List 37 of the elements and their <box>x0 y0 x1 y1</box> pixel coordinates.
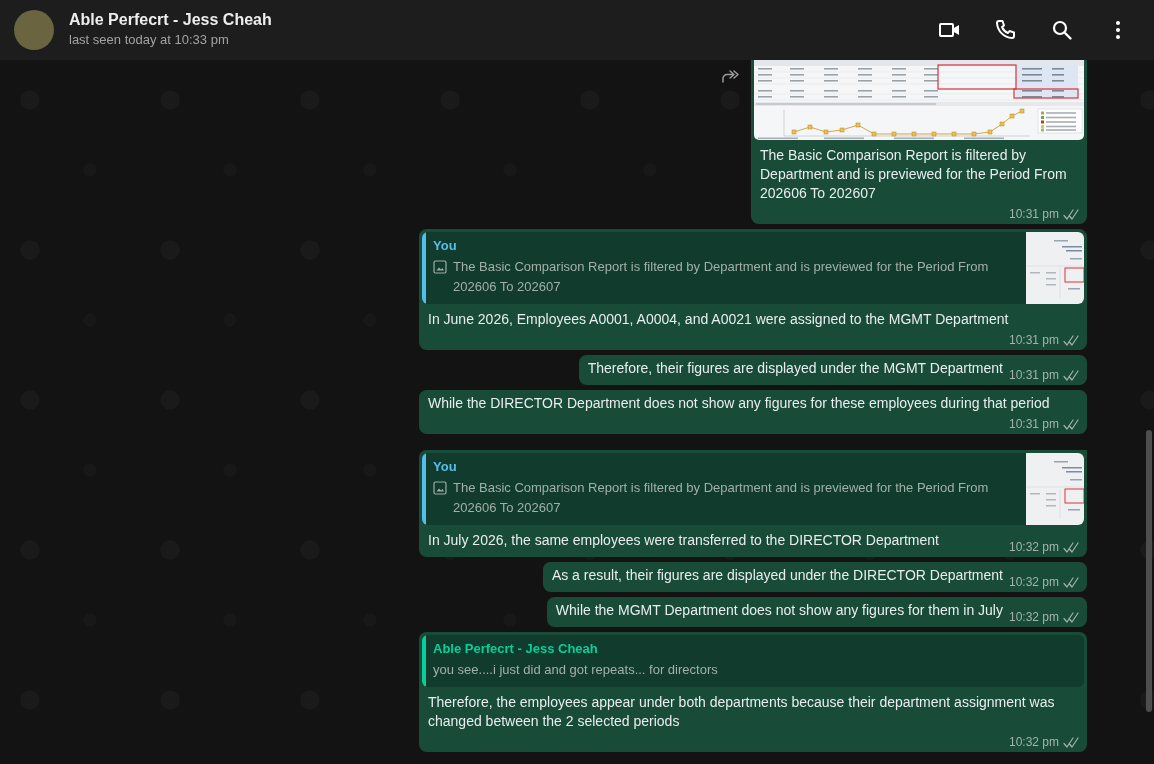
message-text: Therefore, the employees appear under both departments because their department assignment was changed between the 2 selected periods <box>428 693 1056 731</box>
message-time: 10:31 pm <box>1008 367 1059 383</box>
message-time: 10:32 pm <box>1008 734 1059 750</box>
quoted-message[interactable]: Able Perfecrt - Jess Cheah you see....i just did and got repeats... for directors <box>422 635 1084 687</box>
avatar-photo-placeholder[interactable] <box>14 10 54 50</box>
quoted-message[interactable]: You The Basic Comparison Report is filtered by Department and is previewed for the Period From 202606 To 202607 <box>422 232 1084 304</box>
report-thumbnail-drawing[interactable] <box>1026 232 1084 304</box>
quote-text: The Basic Comparison Report is filtered by Department and is previewed for the Period From 202606 To 202607 <box>453 479 990 517</box>
message-time: 10:32 pm <box>1008 539 1059 555</box>
quote-author: Able Perfecrt - Jess Cheah <box>433 640 599 658</box>
last-seen-status: last seen today at 10:33 pm <box>69 31 229 49</box>
photo-icon <box>433 260 447 274</box>
quote-author: You <box>433 237 458 255</box>
quote-text: you see....i just did and got repeats... for directors <box>433 661 719 679</box>
message-time: 10:31 pm <box>1008 416 1059 432</box>
photo-icon <box>433 481 447 495</box>
image-caption: The Basic Comparison Report is filtered by Department and is previewed for the Period From 202606 To 202607 <box>760 146 1068 203</box>
message-text: In June 2026, Employees A0001, A0004, and A0021 were assigned to the MGMT Department <box>428 310 1009 329</box>
message-text: In July 2026, the same employees were transferred to the DIRECTOR Department <box>428 531 939 550</box>
scrollbar-thumb[interactable] <box>1146 430 1152 712</box>
search-icon[interactable] <box>1050 18 1074 42</box>
report-thumbnail-drawing[interactable] <box>1026 453 1084 525</box>
message-text: While the MGMT Department does not show any figures for them in July <box>555 601 1003 620</box>
message-text: While the DIRECTOR Department does not show any figures for these employees during that period <box>428 394 1050 413</box>
quote-text: The Basic Comparison Report is filtered by Department and is previewed for the Period From 202606 To 202607 <box>453 258 990 296</box>
message-time: 10:32 pm <box>1008 574 1059 590</box>
report-screenshot-drawing[interactable] <box>754 60 1084 140</box>
message-time: 10:31 pm <box>1008 332 1059 348</box>
message-time: 10:31 pm <box>1008 206 1059 222</box>
contact-name[interactable]: Able Perfecrt - Jess Cheah <box>69 10 272 30</box>
message-text: As a result, their figures are displayed under the DIRECTOR Department <box>551 566 1003 585</box>
quote-author: You <box>433 458 458 476</box>
forward-icon[interactable] <box>721 69 740 83</box>
phone-icon[interactable] <box>994 18 1018 42</box>
message-time: 10:32 pm <box>1008 609 1059 625</box>
message-text: Therefore, their figures are displayed under the MGMT Department <box>587 359 1003 378</box>
quoted-message[interactable]: You The Basic Comparison Report is filtered by Department and is previewed for the Period From 202606 To 202607 <box>422 453 1084 525</box>
